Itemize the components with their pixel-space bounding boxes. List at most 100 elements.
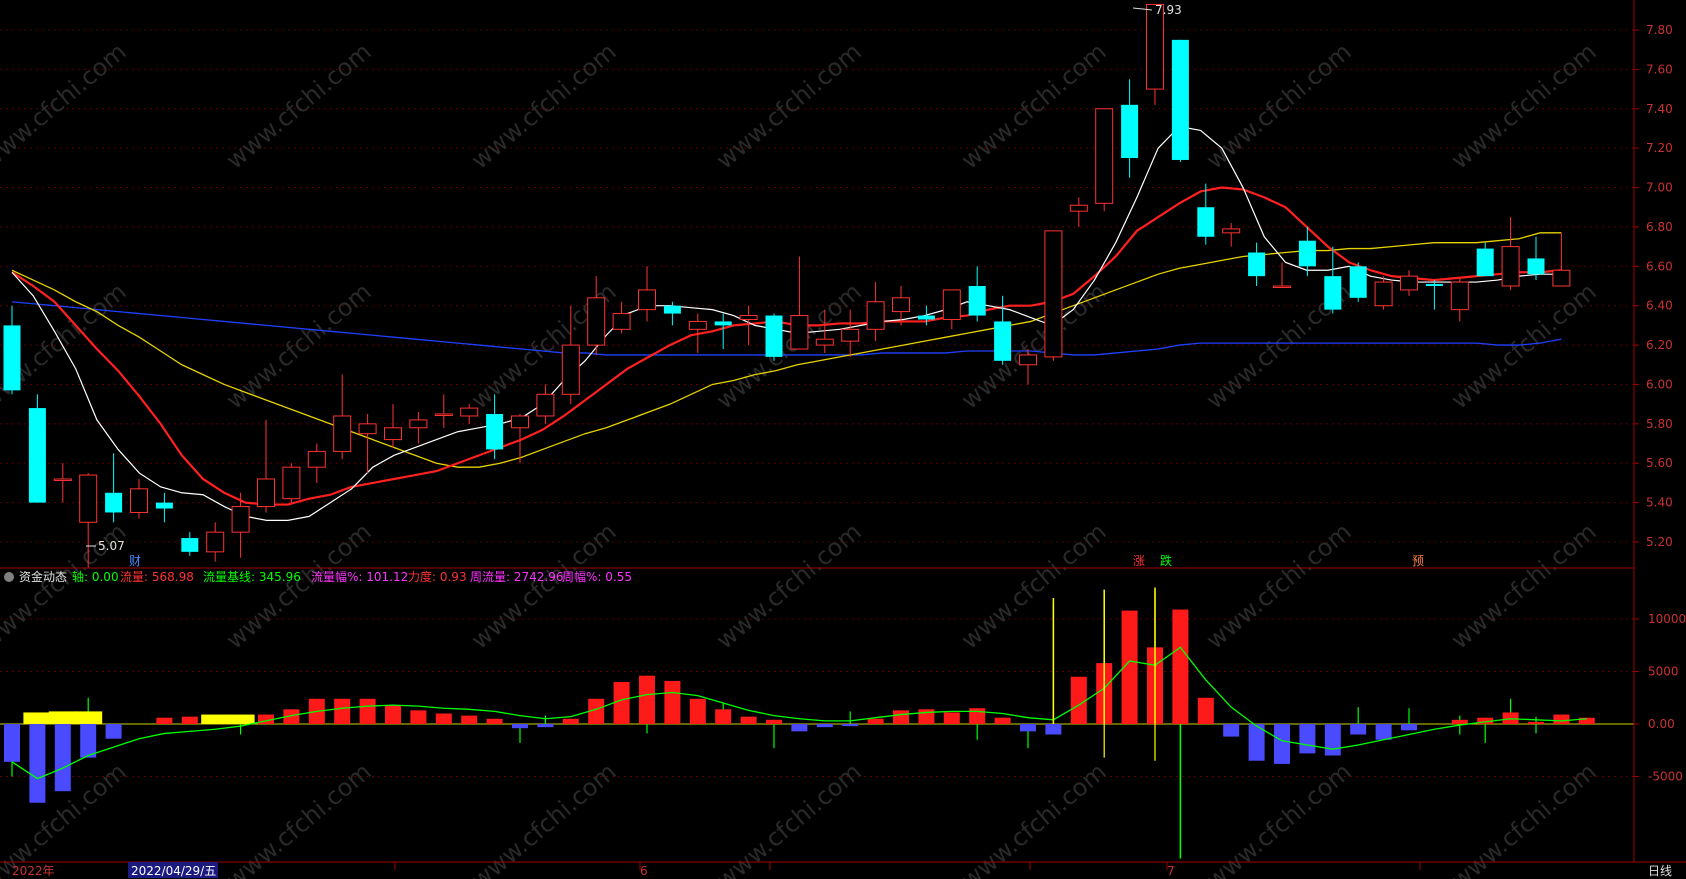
flow-bar-negative bbox=[537, 724, 554, 728]
candle-body-up bbox=[460, 407, 479, 417]
low-label: 5.07 bbox=[98, 539, 125, 553]
axis-value: 轴: 0.00 bbox=[72, 569, 119, 584]
candle-body-down bbox=[105, 492, 123, 513]
watermark-text: www.cfchi.com bbox=[1201, 517, 1357, 654]
price-tick-label: 7.80 bbox=[1646, 23, 1673, 37]
period-label[interactable]: 日线 bbox=[1648, 864, 1672, 878]
flow-bar-positive bbox=[1197, 697, 1214, 724]
price-tick-label: 7.40 bbox=[1646, 102, 1673, 116]
candle-body-up bbox=[587, 297, 606, 346]
candle-body-up bbox=[1146, 3, 1164, 90]
moving-average-lines bbox=[11, 125, 1562, 521]
candle-body-down bbox=[1171, 39, 1189, 160]
marker-yu[interactable]: 预 bbox=[1412, 554, 1424, 568]
flow-bar-positive bbox=[1553, 714, 1570, 724]
flow-bar-negative bbox=[1223, 724, 1240, 737]
flow-bar-negative bbox=[1274, 724, 1290, 764]
candle-body-up bbox=[1273, 285, 1291, 288]
candle-body-down bbox=[3, 325, 21, 391]
candle-body-up bbox=[511, 415, 529, 429]
candle-body-down bbox=[1324, 276, 1342, 310]
candle-body-up bbox=[866, 301, 885, 330]
candle-body-up bbox=[1222, 228, 1241, 234]
indicator-menu-icon[interactable] bbox=[4, 572, 14, 582]
candle-body-up bbox=[638, 289, 656, 311]
marker-die[interactable]: 跌 bbox=[1160, 553, 1172, 568]
flow-bar-positive bbox=[334, 698, 351, 724]
watermark-text: www.cfchi.com bbox=[221, 37, 377, 174]
flow-bar-negative bbox=[1375, 724, 1392, 740]
flow-tick-label: 0.00 bbox=[1648, 717, 1675, 731]
watermark-text: www.cfchi.com bbox=[1446, 757, 1602, 879]
candle-body-down bbox=[1425, 284, 1443, 286]
flow-bar-positive bbox=[867, 718, 884, 724]
flow-bar-negative bbox=[80, 724, 97, 758]
candle-body-down bbox=[765, 315, 783, 357]
baseline-value: 流量基线: 345.96 bbox=[203, 570, 301, 584]
candle-body-down bbox=[1527, 258, 1545, 275]
flow-bar-negative bbox=[842, 724, 859, 727]
candle-body-up bbox=[434, 413, 453, 416]
candle-body-up bbox=[1552, 269, 1571, 287]
flow-bar-positive bbox=[969, 708, 986, 724]
watermark-text: www.cfchi.com bbox=[0, 37, 132, 174]
price-tick-label: 5.60 bbox=[1646, 456, 1673, 470]
candle-body-down bbox=[1298, 240, 1316, 267]
flow-bar-positive bbox=[181, 716, 198, 724]
indicator-name[interactable]: 资金动态 bbox=[19, 569, 67, 584]
flow-bar-positive bbox=[486, 718, 503, 724]
month-7: 7 bbox=[1167, 864, 1175, 878]
candle-body-up bbox=[1044, 230, 1063, 358]
candle-body-down bbox=[1121, 104, 1139, 158]
flow-bar-negative bbox=[791, 724, 808, 732]
candle-body-up bbox=[1501, 246, 1520, 287]
candle-body-down bbox=[714, 321, 732, 326]
flow-bar-yellow bbox=[23, 712, 52, 724]
watermark-text: www.cfchi.com bbox=[1446, 37, 1602, 174]
candle-body-up bbox=[612, 313, 631, 330]
marker-zhang[interactable]: 涨 bbox=[1133, 553, 1145, 568]
flow-bar-negative bbox=[4, 724, 20, 762]
flow-bar-positive bbox=[715, 709, 732, 724]
flow-bar-negative bbox=[29, 724, 46, 803]
candle-body-up bbox=[841, 328, 860, 342]
marker-cai[interactable]: 财 bbox=[129, 554, 141, 568]
flow-baseline bbox=[11, 646, 1587, 780]
flow-bar-positive bbox=[1528, 721, 1544, 724]
price-tick-label: 6.00 bbox=[1646, 377, 1673, 391]
candle-body-down bbox=[1197, 207, 1215, 237]
flow-bar-positive bbox=[740, 716, 757, 724]
flow-tick-label: 5000 bbox=[1648, 665, 1679, 679]
price-tick-label: 6.40 bbox=[1646, 299, 1673, 313]
watermark-text: www.cfchi.com bbox=[1201, 757, 1357, 879]
candle-body-up bbox=[942, 289, 961, 320]
flow-value: 流量: 568.98 bbox=[120, 570, 194, 584]
candle-body-up bbox=[53, 478, 72, 481]
week-flow-value: 周流量: 2742.96 bbox=[470, 570, 563, 584]
week-amp-value: 周幅%: 0.55 bbox=[562, 569, 632, 584]
candle-body-down bbox=[486, 414, 504, 450]
flow-bar-positive bbox=[435, 713, 452, 724]
candle-body-down bbox=[181, 538, 199, 552]
force-value: 力度: 0.93 bbox=[408, 569, 467, 584]
indicator-header: 资金动态 轴: 0.00 流量: 568.98 流量基线: 345.96 流量幅… bbox=[4, 569, 632, 584]
flow-bar-negative bbox=[1401, 724, 1417, 731]
candle-body-down bbox=[968, 286, 986, 316]
candle-body-up bbox=[1374, 281, 1393, 307]
candle-body-up bbox=[307, 450, 326, 468]
candle-body-down bbox=[155, 502, 173, 509]
flow-bar-negative bbox=[54, 724, 71, 792]
flow-bar-positive bbox=[1070, 676, 1087, 724]
amp-value: 流量幅%: 101.12 bbox=[311, 569, 408, 584]
flow-bar-positive bbox=[994, 717, 1011, 724]
candle-body-down bbox=[1476, 248, 1494, 277]
price-tick-label: 7.60 bbox=[1646, 62, 1673, 76]
price-tick-label: 6.80 bbox=[1646, 220, 1673, 234]
candle-body-up bbox=[688, 320, 707, 330]
flow-bar-positive bbox=[410, 710, 427, 724]
candle-body-up bbox=[739, 315, 758, 320]
flow-tick-label: 10000 bbox=[1648, 612, 1686, 626]
candle-body-up bbox=[1400, 275, 1418, 291]
stock-chart[interactable]: www.cfchi.com www.cfchi.com www.cfchi.com w… bbox=[0, 0, 1686, 879]
candle-body-up bbox=[358, 423, 377, 435]
